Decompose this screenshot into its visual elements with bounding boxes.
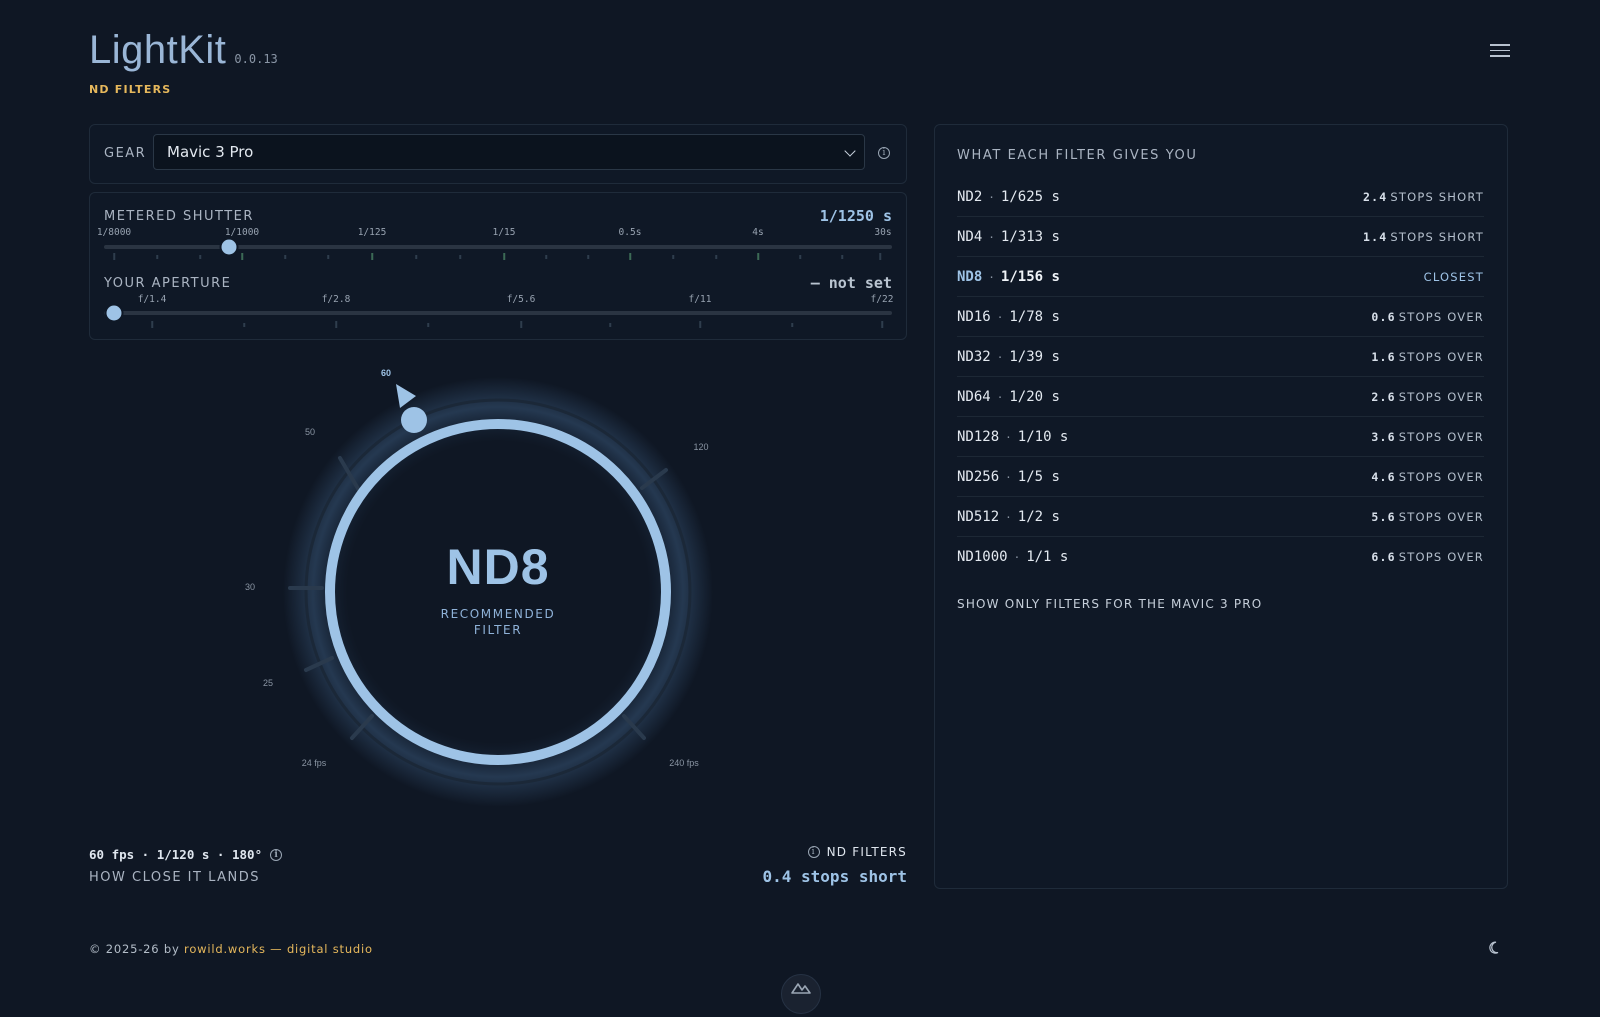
show-only-gear-toggle[interactable]: SHOW ONLY FILTERS FOR THE MAVIC 3 PRO xyxy=(957,597,1262,611)
dial-label-30: 30 xyxy=(244,582,256,592)
filter-row[interactable]: ND16 · 1/78 s 0.6 STOPS OVER xyxy=(957,297,1484,337)
filters-panel: WHAT EACH FILTER GIVES YOU ND2 · 1/625 s 2… xyxy=(934,124,1508,889)
footer-prefix: © 2025-26 by xyxy=(89,942,180,956)
filter-name: ND32 xyxy=(957,348,991,365)
recommended-caption: RECOMMENDED FILTER xyxy=(441,606,556,638)
settings-readout: 60 fps · 1/120 s · 180° i xyxy=(89,847,283,862)
filter-name: ND256 xyxy=(957,468,1000,485)
mountain-logo-icon[interactable] xyxy=(781,974,821,1014)
filter-status: STOPS OVER xyxy=(1398,550,1484,564)
filter-status: STOPS SHORT xyxy=(1390,229,1484,244)
footer-credit: © 2025-26 by rowild.works — digital stud… xyxy=(89,942,373,956)
filter-status: CLOSEST xyxy=(1423,269,1484,284)
filter-shutter: 1/39 s xyxy=(1009,348,1060,365)
filter-list: ND2 · 1/625 s 2.4 STOPS SHORT ND4 · 1/313 s 1… xyxy=(957,177,1484,577)
filter-row[interactable]: ND512 · 1/2 s 5.6 STOPS OVER xyxy=(957,497,1484,537)
filter-stops: 1.4 xyxy=(1362,229,1388,244)
filter-stops: 2.4 xyxy=(1362,189,1388,204)
dial-label-25: 25 xyxy=(262,678,274,688)
dial-label-120: 120 xyxy=(693,442,709,452)
filter-stops: 6.6 xyxy=(1371,550,1396,564)
filter-status: STOPS OVER xyxy=(1398,389,1484,404)
filter-status: STOPS OVER xyxy=(1398,469,1484,484)
filter-name: ND2 xyxy=(957,188,983,205)
filter-shutter: 1/20 s xyxy=(1009,388,1060,405)
filter-row[interactable]: ND64 · 1/20 s 2.6 STOPS OVER xyxy=(957,377,1484,417)
filter-name: ND1000 xyxy=(957,549,1008,565)
filter-name: ND128 xyxy=(957,428,1000,445)
filter-status: STOPS OVER xyxy=(1398,429,1484,444)
filter-shutter: 1/10 s xyxy=(1017,428,1069,445)
filter-name: ND4 xyxy=(957,228,983,245)
dial-label-240fps: 240 fps xyxy=(669,758,699,768)
filter-stops: 3.6 xyxy=(1371,429,1396,444)
dial-label-60: 60 xyxy=(380,368,392,378)
nd-filters-link-label: ND FILTERS xyxy=(826,845,907,859)
recommended-filter: ND8 xyxy=(446,539,550,595)
filter-row[interactable]: ND128 · 1/10 s 3.6 STOPS OVER xyxy=(957,417,1484,457)
filter-stops: 4.6 xyxy=(1371,469,1396,484)
info-icon[interactable]: i xyxy=(270,848,283,861)
filter-status: STOPS OVER xyxy=(1398,309,1484,324)
dial-label-50: 50 xyxy=(304,427,316,437)
settings-text: 60 fps · 1/120 s · 180° xyxy=(89,847,263,862)
how-close-label: HOW CLOSE IT LANDS xyxy=(89,870,261,885)
filter-shutter: 1/313 s xyxy=(1000,228,1060,245)
filter-stops: 2.6 xyxy=(1371,389,1396,404)
filter-shutter: 1/2 s xyxy=(1017,508,1060,525)
dial-center: ND8 RECOMMENDED FILTER xyxy=(441,542,556,638)
caption-line-1: RECOMMENDED xyxy=(440,607,556,621)
info-icon: i xyxy=(807,846,820,858)
studio-link[interactable]: rowild.works — digital studio xyxy=(184,942,373,956)
filter-stops: 5.6 xyxy=(1371,509,1396,524)
dial-label-24fps: 24 fps xyxy=(301,758,327,768)
filter-row[interactable]: ND32 · 1/39 s 1.6 STOPS OVER xyxy=(957,337,1484,377)
filter-name: ND512 xyxy=(957,508,1000,525)
filter-row-closest[interactable]: ND8 · 1/156 s CLOSEST xyxy=(957,257,1484,297)
filter-shutter: 1/625 s xyxy=(1000,188,1060,205)
filter-status: STOPS SHORT xyxy=(1390,189,1484,204)
filter-status: STOPS OVER xyxy=(1398,509,1484,524)
filter-row[interactable]: ND4 · 1/313 s 1.4 STOPS SHORT xyxy=(957,217,1484,257)
filter-status: STOPS OVER xyxy=(1398,349,1484,364)
filter-shutter: 1/5 s xyxy=(1017,468,1060,485)
filter-name: ND64 xyxy=(957,388,991,405)
filter-row[interactable]: ND256 · 1/5 s 4.6 STOPS OVER xyxy=(957,457,1484,497)
filter-stops: 1.6 xyxy=(1371,349,1396,364)
filter-shutter: 1/1 s xyxy=(1026,549,1069,565)
nd-filters-link[interactable]: i ND FILTERS xyxy=(807,845,907,859)
filter-shutter: 1/78 s xyxy=(1009,308,1060,325)
caption-line-2: FILTER xyxy=(473,623,523,637)
filter-name: ND8 xyxy=(957,268,983,285)
filter-stops: 0.6 xyxy=(1371,309,1396,324)
filter-row[interactable]: ND1000 · 1/1 s 6.6 STOPS OVER xyxy=(957,537,1484,577)
filter-shutter: 1/156 s xyxy=(1000,268,1060,285)
filters-panel-title: WHAT EACH FILTER GIVES YOU xyxy=(957,148,1198,163)
filter-row[interactable]: ND2 · 1/625 s 2.4 STOPS SHORT xyxy=(957,177,1484,217)
filter-name: ND16 xyxy=(957,308,991,325)
dial-position-knob[interactable] xyxy=(401,407,427,433)
stops-result: 0.4 stops short xyxy=(762,867,908,886)
moon-icon[interactable] xyxy=(1487,940,1503,956)
